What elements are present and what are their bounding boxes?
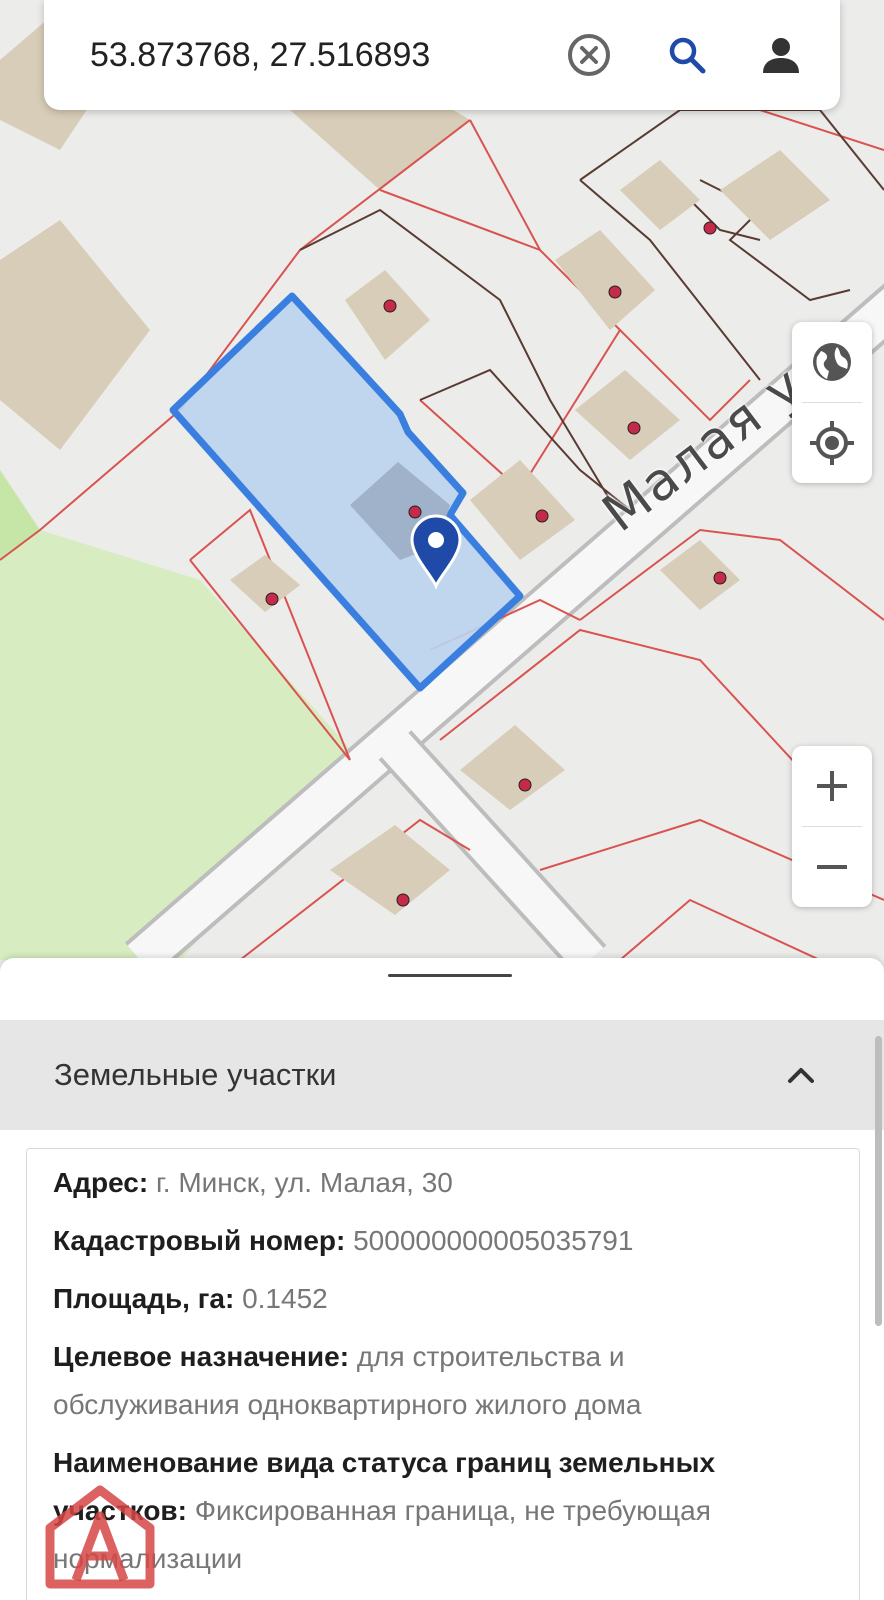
chevron-up-icon bbox=[788, 1068, 814, 1083]
building bbox=[0, 220, 150, 450]
map-tools-group bbox=[792, 322, 872, 483]
land-plots-section-header[interactable]: Земельные участки bbox=[0, 1020, 884, 1130]
building bbox=[230, 555, 300, 612]
map-canvas[interactable]: Малая ул bbox=[0, 0, 884, 960]
field-value: г. Минск, ул. Малая, 30 bbox=[155, 1167, 453, 1198]
field-value: 0.1452 bbox=[242, 1283, 328, 1314]
bottom-sheet: Земельные участки Адрес: г. Минск, ул. М… bbox=[0, 958, 884, 1600]
clear-icon bbox=[568, 34, 610, 76]
cadastral-number-row: Кадастровый номер: 500000000005035791 bbox=[53, 1217, 803, 1265]
search-button[interactable] bbox=[662, 30, 712, 80]
account-button[interactable] bbox=[756, 30, 806, 80]
watermark-logo-icon bbox=[45, 1485, 155, 1589]
boundary-status-row: Наименование вида статуса границ земельн… bbox=[53, 1439, 803, 1583]
globe-icon bbox=[813, 343, 851, 381]
scrollbar[interactable] bbox=[875, 1036, 882, 1326]
building bbox=[470, 460, 575, 560]
minus-icon bbox=[817, 865, 847, 869]
area-row: Площадь, га: 0.1452 bbox=[53, 1275, 803, 1323]
building bbox=[620, 160, 700, 230]
zoom-controls bbox=[792, 746, 872, 907]
field-label: Адрес: bbox=[53, 1167, 149, 1198]
crosshair-icon bbox=[810, 421, 854, 465]
my-location-button[interactable] bbox=[792, 403, 872, 483]
building bbox=[460, 725, 565, 810]
zoom-out-button[interactable] bbox=[792, 827, 872, 907]
building bbox=[720, 150, 830, 240]
layers-button[interactable] bbox=[792, 322, 872, 402]
search-input[interactable] bbox=[90, 25, 530, 85]
map-drawing bbox=[0, 0, 884, 960]
drag-handle[interactable] bbox=[388, 974, 512, 977]
section-title: Земельные участки bbox=[54, 1057, 337, 1092]
app-root: Малая ул 53.873768, 27.516893 Земельные … bbox=[0, 0, 884, 1600]
purpose-row: Целевое назначение: для строительства и … bbox=[53, 1333, 803, 1429]
zoom-in-button[interactable] bbox=[792, 746, 872, 826]
building bbox=[345, 270, 430, 360]
search-bar bbox=[44, 0, 840, 110]
field-value: 500000000005035791 bbox=[353, 1225, 634, 1256]
person-icon bbox=[763, 38, 799, 73]
clear-search-button[interactable] bbox=[564, 30, 614, 80]
search-icon bbox=[669, 37, 706, 74]
address-row: Адрес: г. Минск, ул. Малая, 30 bbox=[53, 1159, 803, 1207]
field-label: Целевое назначение: bbox=[53, 1341, 350, 1372]
building bbox=[330, 825, 450, 915]
plot-info-body: Адрес: г. Минск, ул. Малая, 30 Кадастров… bbox=[53, 1159, 803, 1593]
plus-icon bbox=[817, 771, 847, 801]
field-label: Площадь, га: bbox=[53, 1283, 235, 1314]
field-label: Кадастровый номер: bbox=[53, 1225, 346, 1256]
